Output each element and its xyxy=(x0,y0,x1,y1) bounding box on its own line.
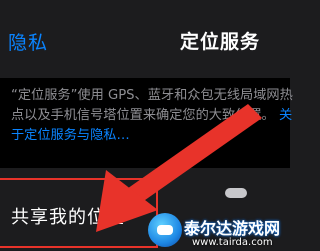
watermark-url: www.tairda.com xyxy=(192,237,273,248)
site-watermark: 泰尔达游戏网 www.tairda.com xyxy=(148,207,290,251)
watermark-site-name: 泰尔达游戏网 xyxy=(184,219,281,238)
watermark-logo-icon xyxy=(148,213,182,247)
